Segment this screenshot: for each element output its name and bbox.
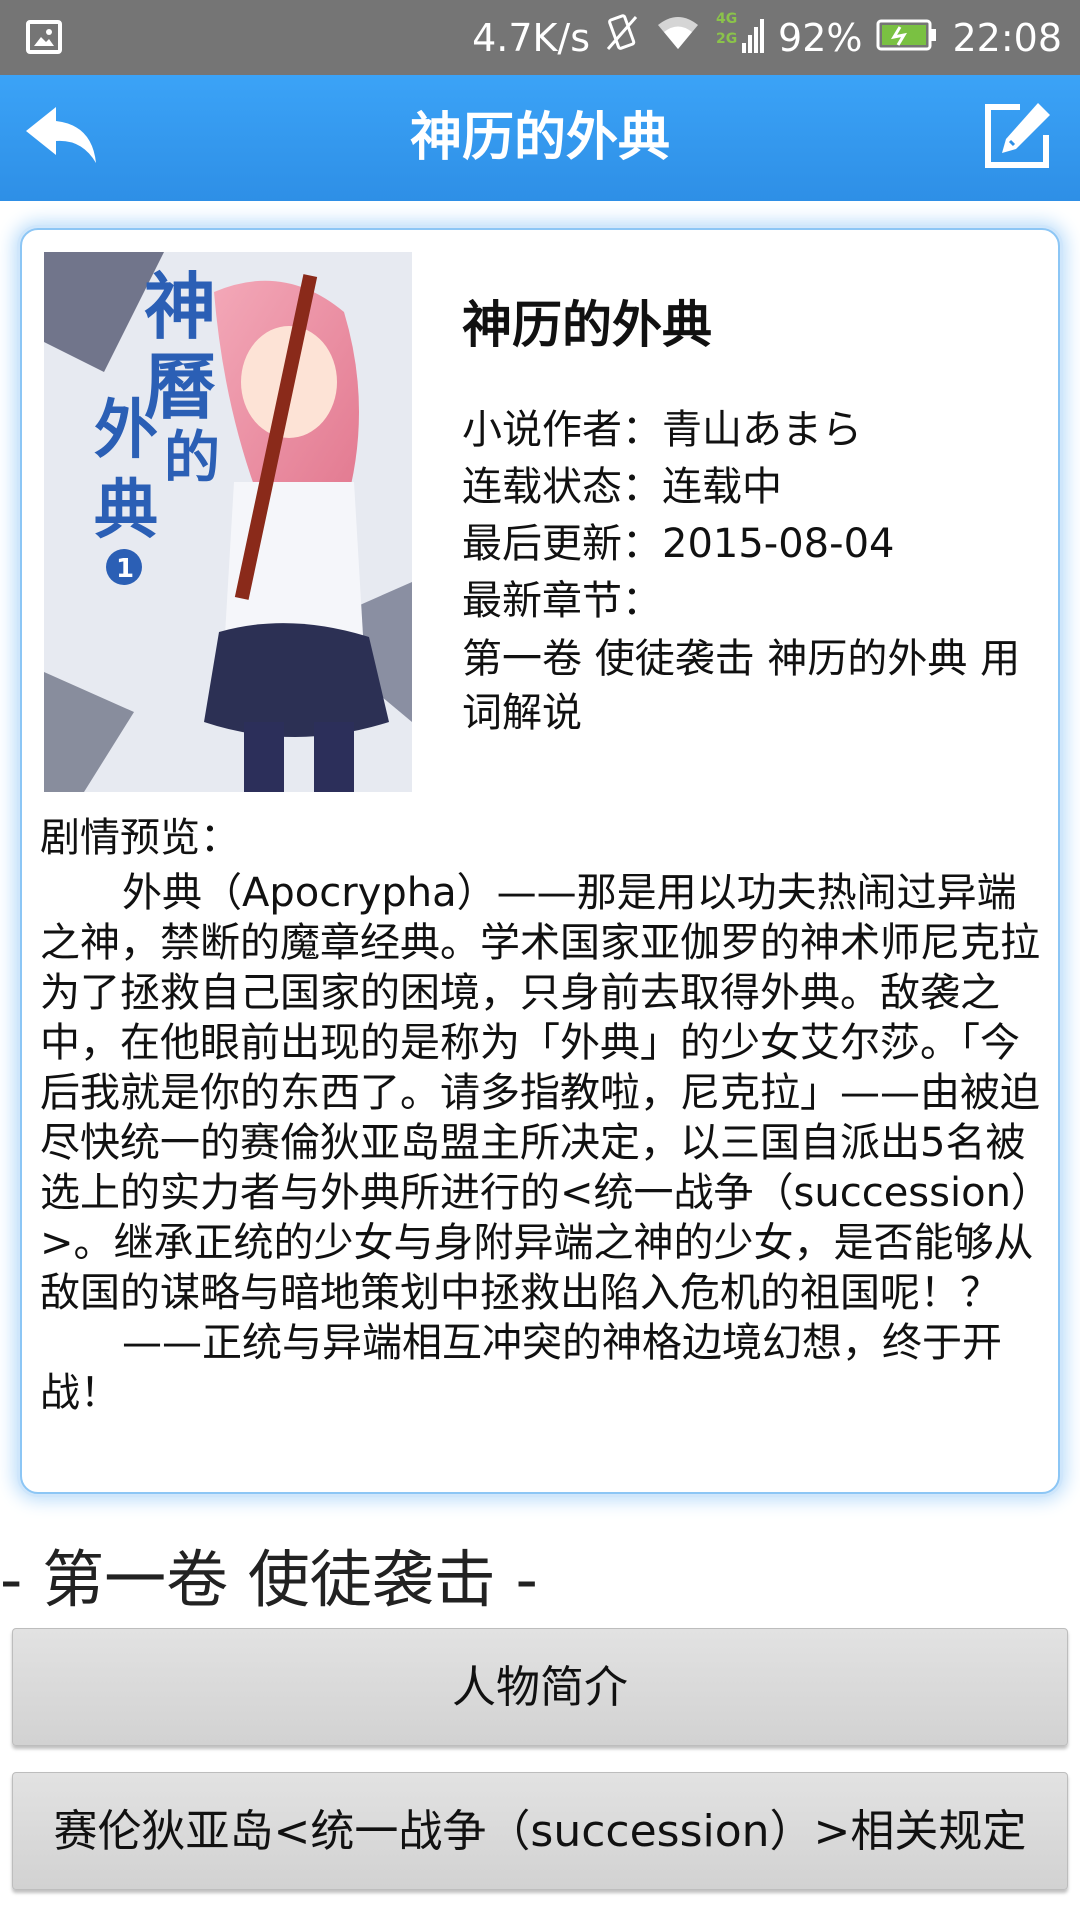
- network-speed: 4.7K/s: [472, 15, 591, 60]
- book-cover-image: 神 曆 的 外 典 1: [44, 252, 412, 792]
- gallery-notification-icon: [26, 20, 62, 54]
- summary-paragraph: ——正统与异端相互冲突的神格边境幻想，终于开战！: [40, 1320, 1002, 1416]
- author-value: 青山あまら: [662, 407, 862, 453]
- svg-text:4G: 4G: [716, 11, 737, 27]
- battery-charging-icon: [876, 16, 938, 60]
- summary-label: 剧情预览：: [40, 815, 240, 861]
- edit-icon: [985, 103, 1050, 168]
- edit-button[interactable]: [980, 99, 1054, 173]
- summary-text: 外典（Apocrypha）——那是用以功夫热闹过异端之神，禁断的魔章经典。学术国…: [40, 868, 1050, 1418]
- status-label: 连载状态：: [462, 464, 662, 510]
- author-row: 小说作者：青山あまら: [462, 402, 1052, 459]
- app-toolbar: 神历的外典: [0, 75, 1080, 201]
- book-details: 神历的外典 小说作者：青山あまら 连载状态：连载中 最后更新：2015-08-0…: [462, 290, 1052, 740]
- updated-label: 最后更新：: [462, 521, 662, 567]
- summary-paragraph: 外典（Apocrypha）——那是用以功夫热闹过异端之神，禁断的魔章经典。学术国…: [40, 870, 1040, 1316]
- volume-heading: - 第一卷 使徒袭击 -: [0, 1543, 538, 1616]
- updated-value: 2015-08-04: [662, 521, 895, 567]
- page-title: 神历的外典: [409, 108, 670, 168]
- latest-chapter-label: 最新章节：: [462, 578, 662, 624]
- vibrate-icon: [604, 13, 640, 62]
- svg-text:外: 外: [94, 393, 158, 468]
- clock: 22:08: [952, 15, 1062, 60]
- signal-icon: 4G 2G: [716, 9, 765, 66]
- svg-text:神: 神: [144, 264, 216, 349]
- svg-text:1: 1: [116, 554, 134, 584]
- latest-chapter-link[interactable]: 第一卷 使徒袭击 神历的外典 用词解说: [462, 632, 1052, 740]
- status-row: 连载状态：连载中: [462, 459, 1052, 516]
- author-label: 小说作者：: [462, 407, 662, 453]
- book-info-card: 神 曆 的 外 典 1 神历的外典 小说作者：青山あまら 连载状态：连载中 最后…: [20, 228, 1060, 1494]
- status-value: 连载中: [662, 464, 782, 510]
- svg-text:的: 的: [164, 425, 220, 491]
- wifi-icon: [654, 15, 702, 60]
- svg-text:2G: 2G: [716, 31, 737, 47]
- book-title: 神历的外典: [462, 296, 712, 354]
- status-bar: 4.7K/s 4G 2G 92% 22:08: [0, 0, 1080, 75]
- chapter-button[interactable]: 赛伦狄亚岛<统一战争（succession）>相关规定: [12, 1772, 1068, 1890]
- battery-level: 92%: [778, 15, 863, 60]
- updated-row: 最后更新：2015-08-04: [462, 516, 1052, 573]
- svg-text:典: 典: [94, 473, 158, 548]
- chapter-button[interactable]: 人物简介: [12, 1628, 1068, 1746]
